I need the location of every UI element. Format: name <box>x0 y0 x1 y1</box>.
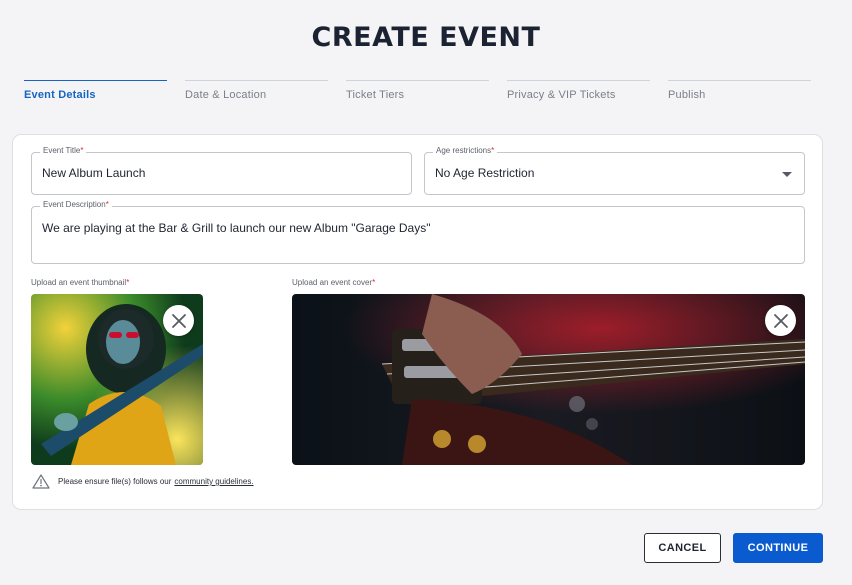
page-title: CREATE EVENT <box>311 22 541 53</box>
close-icon <box>171 313 186 328</box>
age-restrictions-value: No Age Restriction <box>435 166 535 180</box>
step-label: Publish <box>668 89 706 101</box>
notice-text: Please ensure file(s) follows our <box>58 477 172 486</box>
event-title-input[interactable]: New Album Launch <box>42 166 145 180</box>
stepper: Event Details Date & Location Ticket Tie… <box>24 80 814 110</box>
step-date-location[interactable]: Date & Location <box>185 80 328 110</box>
chevron-down-icon[interactable] <box>782 172 792 177</box>
step-event-details[interactable]: Event Details <box>24 80 167 110</box>
step-label: Date & Location <box>185 89 267 101</box>
required-mark: * <box>491 146 495 155</box>
cover-upload-label: Upload an event cover* <box>292 278 376 287</box>
required-mark: * <box>126 278 130 287</box>
event-title-field[interactable]: Event Title* New Album Launch <box>31 146 412 195</box>
event-description-label: Event Description <box>43 200 106 209</box>
step-ticket-tiers[interactable]: Ticket Tiers <box>346 80 489 110</box>
required-mark: * <box>372 278 376 287</box>
continue-button[interactable]: CONTINUE <box>733 533 823 563</box>
thumbnail-image[interactable] <box>31 294 203 465</box>
required-mark: * <box>105 200 109 209</box>
cancel-button[interactable]: CANCEL <box>644 533 721 563</box>
remove-cover-button[interactable] <box>765 305 796 336</box>
event-details-card: Event Title* New Album Launch Age restri… <box>12 134 823 510</box>
age-restrictions-label: Age restrictions <box>436 146 492 155</box>
thumbnail-upload-label: Upload an event thumbnail* <box>31 278 130 287</box>
step-label: Ticket Tiers <box>346 89 405 101</box>
remove-thumbnail-button[interactable] <box>163 305 194 336</box>
event-description-input[interactable]: We are playing at the Bar & Grill to lau… <box>42 221 431 235</box>
warning-triangle-icon <box>32 474 50 489</box>
event-description-field[interactable]: Event Description* We are playing at the… <box>31 200 805 264</box>
cover-image[interactable] <box>292 294 805 465</box>
step-privacy-vip[interactable]: Privacy & VIP Tickets <box>507 80 650 110</box>
age-restrictions-select[interactable]: Age restrictions* No Age Restriction <box>424 146 805 195</box>
required-mark: * <box>80 146 84 155</box>
step-publish[interactable]: Publish <box>668 80 811 110</box>
step-label: Event Details <box>24 89 96 101</box>
community-guidelines-link[interactable]: community guidelines. <box>174 477 253 486</box>
guidelines-notice: Please ensure file(s) follows our commun… <box>32 474 254 489</box>
event-title-label: Event Title <box>43 146 81 155</box>
close-icon <box>773 313 788 328</box>
cover-photo <box>292 294 805 465</box>
step-label: Privacy & VIP Tickets <box>507 89 616 101</box>
